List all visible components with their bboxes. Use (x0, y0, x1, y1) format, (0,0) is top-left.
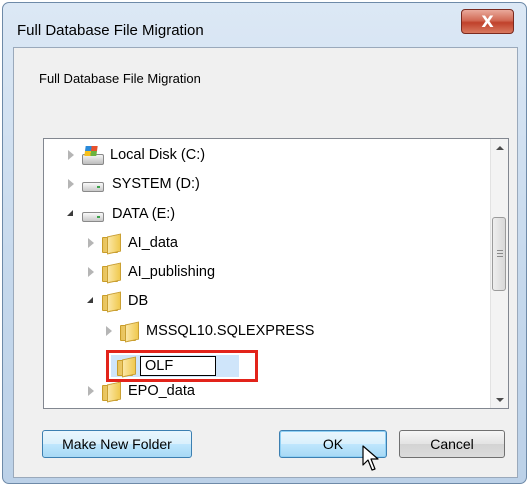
tree-item-label: MSSQL10.SQLEXPRESS (146, 323, 315, 339)
folder-icon (102, 264, 120, 282)
tree-scrollbar[interactable] (490, 139, 508, 408)
tree-item-label: SYSTEM (D:) (112, 176, 200, 192)
folder-icon (120, 323, 138, 341)
make-new-folder-button[interactable]: Make New Folder (42, 430, 192, 458)
windows-drive-icon (82, 146, 104, 165)
expand-arrow-icon[interactable] (66, 179, 76, 189)
drive-icon (82, 180, 104, 192)
tree-item-label: DB (128, 293, 149, 309)
folder-icon (117, 358, 135, 376)
scroll-down-arrow-icon[interactable] (491, 391, 508, 408)
new-folder-row[interactable] (106, 350, 258, 382)
tree-item-label: AI_data (128, 235, 178, 251)
tree-item-label: AI_publishing (128, 264, 216, 280)
close-button[interactable]: X (461, 9, 514, 34)
collapse-arrow-icon[interactable] (86, 296, 96, 306)
tree-item-ai-data[interactable]: AI_data (86, 230, 178, 256)
close-icon: X (481, 12, 494, 31)
expand-arrow-icon[interactable] (86, 238, 96, 248)
folder-icon (102, 235, 120, 253)
scroll-up-arrow-icon[interactable] (491, 139, 508, 156)
tree-item-data-e[interactable]: DATA (E:) (66, 201, 175, 227)
dialog-description: Full Database File Migration (39, 71, 201, 86)
drive-icon (82, 210, 104, 222)
expand-arrow-icon[interactable] (86, 386, 96, 396)
expand-arrow-icon[interactable] (104, 326, 114, 336)
expand-arrow-icon[interactable] (86, 267, 96, 277)
tree-item-db[interactable]: DB (86, 288, 148, 314)
collapse-arrow-icon[interactable] (66, 209, 76, 219)
dialog-window: Full Database File Migration X Full Data… (2, 2, 527, 484)
dialog-client-area: Full Database File Migration Local Disk … (13, 47, 518, 478)
tree-item-ai-publishing[interactable]: AI_publishing (86, 259, 215, 285)
folder-name-input[interactable] (140, 356, 216, 376)
expand-arrow-icon[interactable] (66, 150, 76, 160)
tree-item-label: Local Disk (C:) (110, 147, 206, 163)
tree-item-mssql10-sqlexpress[interactable]: MSSQL10.SQLEXPRESS (104, 318, 314, 344)
folder-icon (102, 383, 120, 401)
tree-item-label: EPO_data (128, 383, 195, 399)
window-title: Full Database File Migration (17, 22, 204, 39)
folder-icon (102, 293, 120, 311)
grip-icon (497, 250, 503, 258)
scrollbar-thumb[interactable] (492, 217, 506, 291)
tree-item-local-disk-c[interactable]: Local Disk (C:) (66, 142, 205, 168)
mouse-pointer-icon (362, 445, 379, 471)
tree-item-system-d[interactable]: SYSTEM (D:) (66, 171, 200, 197)
cancel-button[interactable]: Cancel (399, 430, 505, 458)
tree-item-label: DATA (E:) (112, 206, 176, 222)
